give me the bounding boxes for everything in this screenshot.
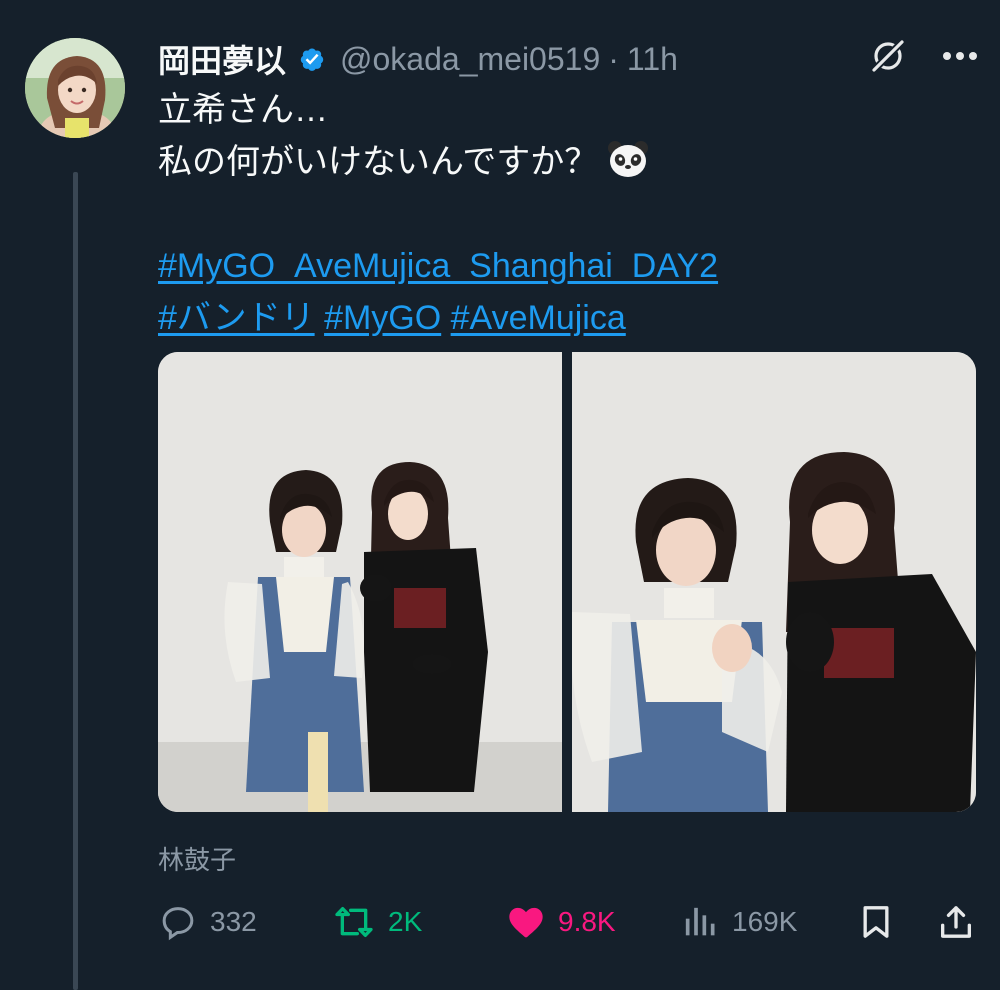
- like-count: 9.8K: [558, 906, 616, 937]
- grok-icon[interactable]: [870, 38, 906, 74]
- tweet-page: 岡田夢以 @okada_mei0519 · 11h 立希さん… 私の何がいけない…: [0, 0, 1000, 990]
- repost-count: 2K: [388, 906, 423, 937]
- media-photo-1[interactable]: [158, 352, 562, 812]
- panda-face-emoji-icon: [608, 141, 649, 177]
- share-button[interactable]: [936, 895, 976, 949]
- media-divider: [562, 352, 572, 812]
- tweet-text: 立希さん… 私の何がいけないんですか？ #MyGO_AveMujica_Shan…: [158, 84, 718, 344]
- tweet-text-line-2-text: 私の何がいけないんですか？: [158, 143, 599, 181]
- hashtag-mygo-avemujica-shanghai-day2[interactable]: #MyGO_AveMujica_Shanghai_DAY2: [158, 247, 718, 285]
- bookmark-button[interactable]: [856, 895, 896, 949]
- share-icon: [941, 906, 971, 938]
- tweet-text-line-2: 私の何がいけないんですか？: [158, 136, 718, 188]
- tweet-header: 岡田夢以 @okada_mei0519 · 11h: [158, 36, 678, 82]
- author-handle[interactable]: @okada_mei0519: [340, 41, 600, 78]
- media-grid: [158, 352, 976, 812]
- heart-filled-icon: [509, 907, 543, 938]
- hashtag-line-2: #バンドリ #MyGO #AveMujica: [158, 292, 718, 344]
- photo-2-illustration: [572, 352, 976, 812]
- header-separator: ·: [608, 40, 619, 77]
- hashtag-mygo[interactable]: #MyGO: [324, 299, 441, 337]
- tweet-text-spacer: [158, 188, 718, 240]
- more-options-icon[interactable]: [942, 51, 978, 61]
- thread-line: [73, 172, 78, 990]
- media-photo-2[interactable]: [572, 352, 976, 812]
- reply-count: 332: [210, 906, 257, 937]
- hashtag-bandori[interactable]: #バンドリ: [158, 299, 315, 337]
- like-button[interactable]: 9.8K: [506, 895, 616, 949]
- photo-1-illustration: [158, 352, 562, 812]
- media-caption: 林鼓子: [158, 845, 237, 875]
- hashtag-line-1: #MyGO_AveMujica_Shanghai_DAY2: [158, 240, 718, 292]
- bookmark-icon: [863, 906, 889, 938]
- repost-button[interactable]: 2K: [332, 895, 422, 949]
- avatar-photo: [25, 38, 125, 138]
- hashtag-avemujica[interactable]: #AveMujica: [451, 299, 626, 337]
- header-actions: [870, 38, 978, 74]
- tweet-text-line-1: 立希さん…: [158, 91, 328, 129]
- views-count: 169K: [732, 906, 798, 937]
- views-button[interactable]: 169K: [680, 895, 797, 949]
- repost-icon: [335, 907, 373, 937]
- avatar[interactable]: [25, 38, 125, 138]
- reply-button[interactable]: 332: [158, 895, 257, 949]
- tweet-actions-bar: 332 2K 9.8K 169K: [158, 895, 978, 949]
- tweet-time[interactable]: 11h: [627, 41, 678, 78]
- views-chart-icon: [685, 907, 715, 936]
- verified-badge-icon[interactable]: [296, 43, 328, 75]
- reply-icon: [162, 907, 194, 941]
- author-display-name[interactable]: 岡田夢以: [158, 36, 286, 82]
